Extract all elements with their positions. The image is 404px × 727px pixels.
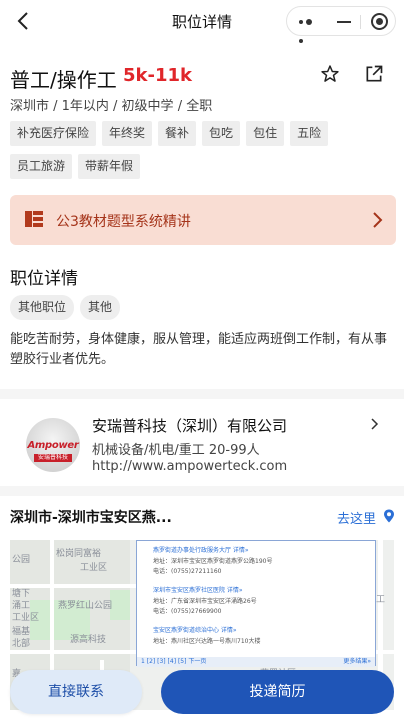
poi-address: 地址：广东省深圳市宝安区洋涌路26号 xyxy=(153,598,257,605)
category-tag: 其他 xyxy=(80,295,121,320)
company-name: 安瑞普科技（深圳）有限公司 xyxy=(92,417,288,435)
benefit-tag: 员工旅游 xyxy=(10,154,73,179)
poi-name[interactable]: 宝安区燕罗街道综治中心 详情» xyxy=(153,625,237,634)
poi-name[interactable]: 深圳市宝安区燕罗社区医院 详情» xyxy=(153,585,243,594)
share-icon[interactable] xyxy=(364,64,384,84)
minimize-icon[interactable] xyxy=(337,21,351,23)
map-label: 工业区 xyxy=(80,563,108,573)
map-pager[interactable]: 1 [2] [3] [4] [5] 下一页 更多结果» xyxy=(137,657,375,667)
benefit-tag: 补充医疗保险 xyxy=(10,121,97,146)
logo-subtext: 安瑞普科技 xyxy=(34,454,72,462)
category-tags: 其他职位 其他 xyxy=(10,295,394,320)
chevron-right-icon xyxy=(373,212,383,228)
category-tag: 其他职位 xyxy=(10,295,75,320)
banner-text: 公3教材题型系统精讲 xyxy=(56,214,191,230)
map-label: 公园 xyxy=(12,555,31,565)
nav-bar: 职位详情 xyxy=(0,0,404,43)
map-label: 源高科技 xyxy=(70,635,107,645)
benefit-tags: 补充医疗保险 年终奖 餐补 包吃 包住 五险 员工旅游 带薪年假 xyxy=(10,121,394,179)
benefit-tag: 带薪年假 xyxy=(78,154,141,179)
poi-address: 地址：深圳市宝安区燕罗街道燕罗公路190号 xyxy=(153,558,273,565)
contact-button[interactable]: 直接联系 xyxy=(10,670,142,714)
promo-banner[interactable]: 公3教材题型系统精讲 xyxy=(10,195,396,245)
job-title: 普工/操作工 xyxy=(10,68,117,92)
book-icon xyxy=(25,211,43,227)
location-pin-icon[interactable] xyxy=(383,509,395,523)
map-label: 松岗同富裕 xyxy=(56,549,102,559)
poi-phone: 电话：(0755)27669900 xyxy=(153,608,222,615)
apply-button[interactable]: 投递简历 xyxy=(161,670,394,714)
pager-pages[interactable]: 1 [2] [3] [4] [5] 下一页 xyxy=(141,658,206,665)
logo-wordmark: Ampower xyxy=(27,440,79,451)
pager-more[interactable]: 更多结果» xyxy=(343,657,371,667)
benefit-tag: 餐补 xyxy=(158,121,197,146)
map-poi-popup: 燕罗街道办事处行政服务大厅 详情» 地址：深圳市宝安区燕罗街道燕罗公路190号 … xyxy=(136,540,376,667)
poi-address: 地址：燕川社区兴达路一号燕川710大楼 xyxy=(153,638,261,645)
close-program-icon[interactable] xyxy=(371,13,388,30)
more-options-icon[interactable] xyxy=(299,19,321,43)
star-icon[interactable] xyxy=(320,64,340,84)
mini-program-capsule xyxy=(286,6,396,43)
company-logo: Ampower 安瑞普科技 xyxy=(26,418,80,472)
benefit-tag: 包吃 xyxy=(202,121,241,146)
job-meta: 深圳市 / 1年以内 / 初级中学 / 全职 xyxy=(10,99,213,114)
map-label: 工业区 xyxy=(12,613,40,623)
map-label: 北部 xyxy=(12,639,31,649)
poi-name[interactable]: 燕罗街道办事处行政服务大厅 详情» xyxy=(153,545,249,554)
job-description: 能吃苦耐劳，身体健康，服从管理，能适应两班倒工作制，有从事塑胶行业者优先。 xyxy=(10,332,388,367)
chevron-right-icon xyxy=(371,418,379,430)
job-salary: 5k-11k xyxy=(123,65,192,86)
company-url[interactable]: http://www.ampowerteck.com xyxy=(92,459,287,474)
divider xyxy=(0,389,404,399)
benefit-tag: 包住 xyxy=(246,121,285,146)
work-address: 深圳市-深圳市宝安区燕... xyxy=(10,510,172,526)
goto-link[interactable]: 去这里 xyxy=(337,508,376,527)
divider xyxy=(0,486,404,496)
company-card[interactable]: Ampower 安瑞普科技 安瑞普科技（深圳）有限公司 机械设备/机电/重工 2… xyxy=(0,402,404,486)
poi-phone: 电话：(0755)27211160 xyxy=(153,568,222,575)
section-title: 职位详情 xyxy=(10,269,78,289)
benefit-tag: 年终奖 xyxy=(102,121,153,146)
map-label: 燕罗红山公园 xyxy=(58,601,113,611)
benefit-tag: 五险 xyxy=(290,121,329,146)
company-industry: 机械设备/机电/重工 20-99人 xyxy=(92,443,260,458)
